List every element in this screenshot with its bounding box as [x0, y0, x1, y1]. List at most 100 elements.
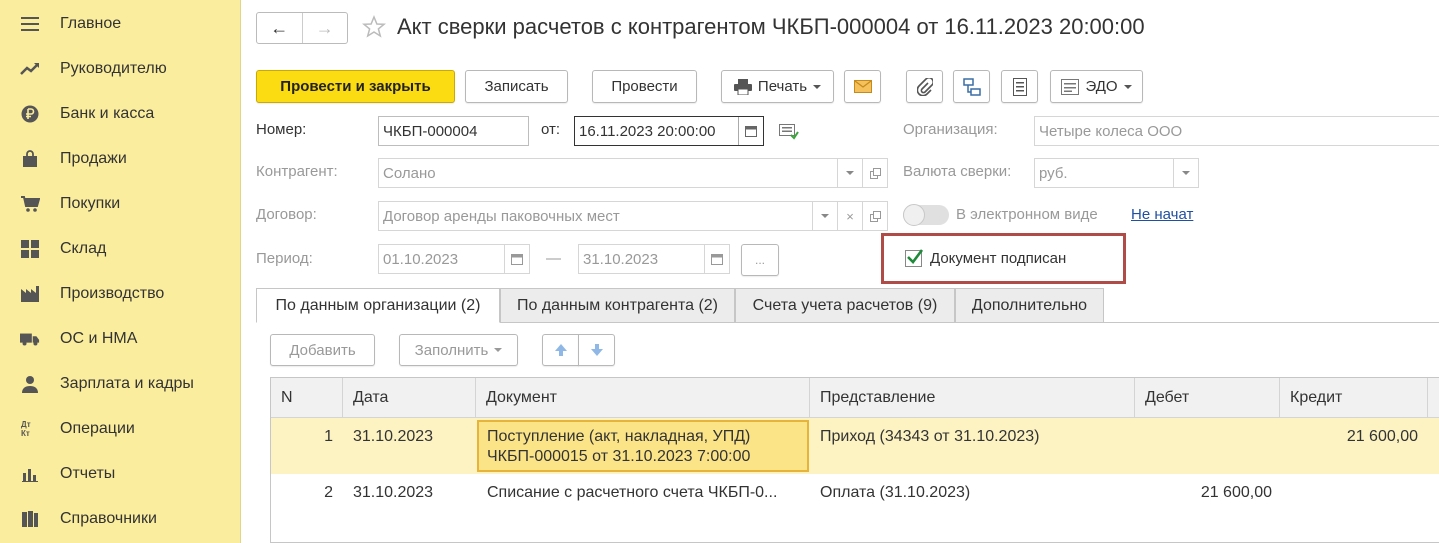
sidebar-item-operations[interactable]: Дт Кт Операции — [0, 406, 240, 451]
calendar-icon[interactable] — [738, 117, 763, 145]
clear-icon[interactable]: × — [837, 202, 862, 230]
column-header-credit[interactable]: Кредит — [1280, 378, 1428, 418]
sidebar-item-main[interactable]: Главное — [0, 1, 240, 46]
sidebar-item-bank[interactable]: Банк и касса — [0, 91, 240, 136]
table-row[interactable]: 1 31.10.2023 Поступление (акт, накладная… — [271, 418, 1439, 474]
counterparty-label: Контрагент: — [256, 163, 338, 180]
sidebar-item-label: Операции — [60, 419, 135, 437]
cell-document-line2: ЧКБП-000015 от 31.10.2023 7:00:00 — [487, 448, 751, 465]
open-icon[interactable] — [862, 159, 887, 187]
electronic-toggle[interactable] — [903, 204, 949, 226]
sidebar-item-label: Главное — [60, 14, 122, 32]
sidebar-item-purchases[interactable]: Покупки — [0, 181, 240, 226]
sidebar-item-warehouse[interactable]: Склад — [0, 226, 240, 271]
period-to-value: 31.10.2023 — [583, 250, 659, 268]
number-label: Номер: — [256, 121, 307, 138]
send-email-button[interactable] — [844, 70, 881, 103]
document-history-icon[interactable] — [779, 122, 799, 144]
dt-kt-icon-text: Дт Кт — [21, 419, 31, 438]
tab-org-data[interactable]: По данным организации (2) — [256, 288, 500, 323]
add-row-button[interactable]: Добавить — [270, 334, 375, 366]
menu-icon — [20, 14, 40, 34]
move-up-button[interactable] — [542, 334, 579, 366]
counterparty-input[interactable]: Солано — [378, 158, 888, 188]
sidebar-item-label: Отчеты — [60, 464, 116, 482]
move-down-button[interactable] — [578, 334, 615, 366]
calendar-icon[interactable] — [704, 245, 729, 273]
contract-value: Договор аренды паковочных мест — [383, 207, 620, 225]
sidebar: Главное Руководителю Банк и касса Продаж… — [0, 0, 241, 543]
calendar-icon[interactable] — [504, 245, 529, 273]
column-header-date[interactable]: Дата — [343, 378, 476, 418]
cell-date: 31.10.2023 — [353, 484, 434, 501]
favorite-star-icon[interactable] — [362, 15, 386, 39]
sidebar-item-manager[interactable]: Руководителю — [0, 46, 240, 91]
edo-icon — [1061, 78, 1080, 95]
sidebar-item-references[interactable]: Справочники — [0, 496, 240, 541]
back-button[interactable]: ← — [257, 13, 302, 43]
period-to-input[interactable]: 31.10.2023 — [578, 244, 730, 274]
sidebar-item-label: Справочники — [60, 509, 157, 527]
dt-kt-icon: Дт Кт — [20, 419, 40, 439]
sidebar-item-assets[interactable]: ОС и НМА — [0, 316, 240, 361]
electronic-status-link[interactable]: Не начат — [1131, 206, 1193, 223]
chevron-down-icon[interactable] — [812, 202, 837, 230]
tab-additional[interactable]: Дополнительно — [955, 288, 1104, 323]
edo-button[interactable]: ЭДО — [1050, 70, 1143, 103]
document-structure-button[interactable] — [953, 70, 990, 103]
structure-icon — [962, 77, 981, 96]
person-icon — [20, 374, 40, 394]
forward-button[interactable]: → — [301, 13, 348, 43]
sidebar-item-sales[interactable]: Продажи — [0, 136, 240, 181]
trend-icon — [20, 59, 40, 79]
period-select-button[interactable]: ... — [741, 244, 779, 276]
postings-button[interactable] — [1001, 70, 1038, 103]
contract-label: Договор: — [256, 206, 317, 223]
table-row[interactable]: 2 31.10.2023 Списание с расчетного счета… — [271, 474, 1439, 514]
number-input[interactable]: ЧКБП-000004 — [378, 116, 529, 146]
edo-label: ЭДО — [1085, 78, 1118, 95]
open-icon[interactable] — [862, 202, 887, 230]
electronic-label: В электронном виде — [956, 206, 1098, 223]
period-label: Период: — [256, 250, 313, 267]
chevron-down-icon[interactable] — [1173, 159, 1198, 187]
ruble-icon — [20, 104, 40, 124]
print-button[interactable]: Печать — [721, 70, 834, 103]
cell-credit: 21 600,00 — [1346, 428, 1418, 445]
bar-chart-icon — [20, 464, 40, 484]
chevron-down-icon[interactable] — [837, 159, 862, 187]
tab-accounts[interactable]: Счета учета расчетов (9) — [735, 288, 955, 323]
period-from-input[interactable]: 01.10.2023 — [378, 244, 530, 274]
counterparty-value: Солано — [383, 164, 436, 182]
currency-select[interactable]: руб. — [1034, 158, 1199, 188]
chevron-down-icon — [1123, 84, 1132, 89]
sidebar-item-label: Продажи — [60, 149, 127, 167]
save-button[interactable]: Записать — [465, 70, 568, 103]
attach-files-button[interactable] — [906, 70, 943, 103]
column-header-n[interactable]: N — [271, 378, 343, 418]
fill-button[interactable]: Заполнить — [399, 334, 518, 366]
factory-icon — [20, 284, 40, 304]
column-header-document[interactable]: Документ — [476, 378, 810, 418]
contract-input[interactable]: Договор аренды паковочных мест × — [378, 201, 888, 231]
bag-icon — [20, 149, 40, 169]
currency-label: Валюта сверки: — [903, 163, 1012, 180]
post-button[interactable]: Провести — [592, 70, 697, 103]
column-header-representation[interactable]: Представление — [810, 378, 1135, 418]
date-value: 16.11.2023 20:00:00 — [579, 122, 716, 140]
checkmark-icon — [907, 249, 924, 264]
currency-value: руб. — [1039, 164, 1068, 182]
signed-checkbox[interactable] — [905, 249, 924, 267]
organization-label: Организация: — [903, 121, 998, 138]
column-header-debit[interactable]: Дебет — [1135, 378, 1280, 418]
tab-counterparty-data[interactable]: По данным контрагента (2) — [500, 288, 735, 323]
date-input[interactable]: 16.11.2023 20:00:00 — [574, 116, 764, 146]
envelope-icon — [853, 80, 872, 93]
sidebar-item-production[interactable]: Производство — [0, 271, 240, 316]
sidebar-item-payroll[interactable]: Зарплата и кадры — [0, 361, 240, 406]
post-and-close-button[interactable]: Провести и закрыть — [256, 70, 455, 103]
organization-input[interactable]: Четыре колеса ООО — [1034, 116, 1439, 146]
sidebar-item-reports[interactable]: Отчеты — [0, 451, 240, 496]
toggle-knob — [903, 204, 925, 226]
paperclip-icon — [916, 77, 933, 96]
